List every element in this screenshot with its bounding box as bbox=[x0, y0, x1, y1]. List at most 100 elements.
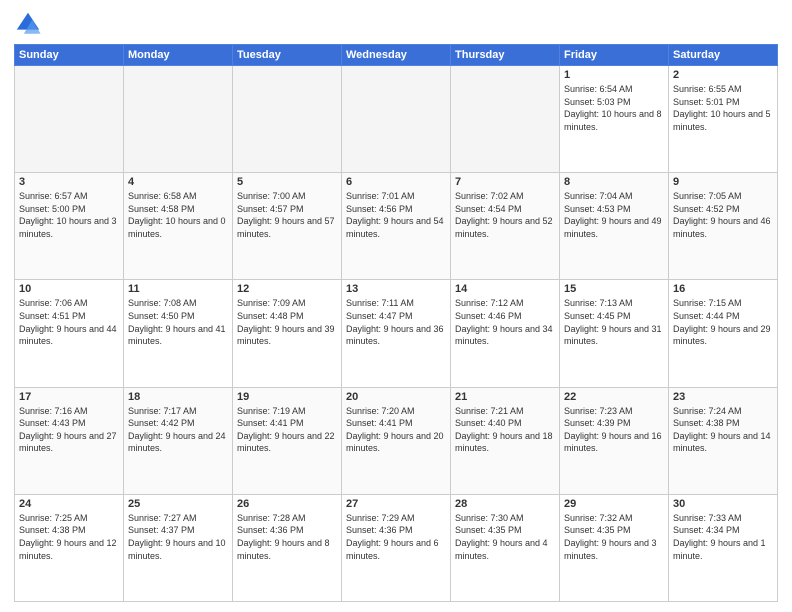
day-number: 10 bbox=[19, 283, 119, 295]
day-number: 29 bbox=[564, 498, 664, 510]
day-info: Sunrise: 7:13 AM Sunset: 4:45 PM Dayligh… bbox=[564, 297, 664, 347]
calendar-cell: 16 Sunrise: 7:15 AM Sunset: 4:44 PM Dayli… bbox=[669, 280, 778, 387]
calendar-cell: 4 Sunrise: 6:58 AM Sunset: 4:58 PM Daylig… bbox=[124, 173, 233, 280]
calendar-cell: 5 Sunrise: 7:00 AM Sunset: 4:57 PM Daylig… bbox=[233, 173, 342, 280]
calendar-cell: 12 Sunrise: 7:09 AM Sunset: 4:48 PM Dayli… bbox=[233, 280, 342, 387]
day-number: 15 bbox=[564, 283, 664, 295]
day-number: 28 bbox=[455, 498, 555, 510]
weekday-header: Sunday bbox=[15, 45, 124, 66]
day-info: Sunrise: 7:00 AM Sunset: 4:57 PM Dayligh… bbox=[237, 190, 337, 240]
day-number: 30 bbox=[673, 498, 773, 510]
day-info: Sunrise: 7:06 AM Sunset: 4:51 PM Dayligh… bbox=[19, 297, 119, 347]
day-info: Sunrise: 7:30 AM Sunset: 4:35 PM Dayligh… bbox=[455, 512, 555, 562]
day-number: 22 bbox=[564, 391, 664, 403]
calendar-cell: 17Sunrise: 7:16 AM Sunset: 4:43 PM Dayli… bbox=[15, 387, 124, 494]
calendar-cell: 21 Sunrise: 7:21 AM Sunset: 4:40 PM Dayli… bbox=[451, 387, 560, 494]
day-info: Sunrise: 7:15 AM Sunset: 4:44 PM Dayligh… bbox=[673, 297, 773, 347]
calendar-cell: 24 Sunrise: 7:25 AM Sunset: 4:38 PM Dayli… bbox=[15, 494, 124, 601]
day-info: Sunrise: 7:21 AM Sunset: 4:40 PM Dayligh… bbox=[455, 405, 555, 455]
day-info: Sunrise: 6:58 AM Sunset: 4:58 PM Dayligh… bbox=[128, 190, 228, 240]
calendar-cell: 3Sunrise: 6:57 AM Sunset: 5:00 PM Daylig… bbox=[15, 173, 124, 280]
day-info: Sunrise: 7:32 AM Sunset: 4:35 PM Dayligh… bbox=[564, 512, 664, 562]
day-info: Sunrise: 7:08 AM Sunset: 4:50 PM Dayligh… bbox=[128, 297, 228, 347]
calendar-cell: 25Sunrise: 7:27 AM Sunset: 4:37 PM Dayli… bbox=[124, 494, 233, 601]
day-number: 7 bbox=[455, 176, 555, 188]
day-number: 9 bbox=[673, 176, 773, 188]
day-info: Sunrise: 7:11 AM Sunset: 4:47 PM Dayligh… bbox=[346, 297, 446, 347]
logo-icon bbox=[14, 10, 42, 38]
calendar-cell: 15 Sunrise: 7:13 AM Sunset: 4:45 PM Dayli… bbox=[560, 280, 669, 387]
day-info: Sunrise: 7:09 AM Sunset: 4:48 PM Dayligh… bbox=[237, 297, 337, 347]
calendar-cell: 9 Sunrise: 7:05 AM Sunset: 4:52 PM Daylig… bbox=[669, 173, 778, 280]
day-info: Sunrise: 6:55 AM Sunset: 5:01 PM Dayligh… bbox=[673, 83, 773, 133]
day-number: 24 bbox=[19, 498, 119, 510]
page: SundayMondayTuesdayWednesdayThursdayFrid… bbox=[0, 0, 792, 612]
calendar-row: 24 Sunrise: 7:25 AM Sunset: 4:38 PM Dayli… bbox=[15, 494, 778, 601]
day-number: 21 bbox=[455, 391, 555, 403]
calendar-cell bbox=[342, 66, 451, 173]
weekday-header: Monday bbox=[124, 45, 233, 66]
day-info: Sunrise: 7:04 AM Sunset: 4:53 PM Dayligh… bbox=[564, 190, 664, 240]
calendar-row: 3Sunrise: 6:57 AM Sunset: 5:00 PM Daylig… bbox=[15, 173, 778, 280]
calendar-cell: 2 Sunrise: 6:55 AM Sunset: 5:01 PM Daylig… bbox=[669, 66, 778, 173]
day-number: 27 bbox=[346, 498, 446, 510]
weekday-header: Saturday bbox=[669, 45, 778, 66]
day-number: 26 bbox=[237, 498, 337, 510]
calendar-cell: 6Sunrise: 7:01 AM Sunset: 4:56 PM Daylig… bbox=[342, 173, 451, 280]
calendar-table: SundayMondayTuesdayWednesdayThursdayFrid… bbox=[14, 44, 778, 602]
day-info: Sunrise: 7:05 AM Sunset: 4:52 PM Dayligh… bbox=[673, 190, 773, 240]
day-number: 25 bbox=[128, 498, 228, 510]
day-info: Sunrise: 7:16 AM Sunset: 4:43 PM Dayligh… bbox=[19, 405, 119, 455]
calendar-cell: 30Sunrise: 7:33 AM Sunset: 4:34 PM Dayli… bbox=[669, 494, 778, 601]
day-number: 14 bbox=[455, 283, 555, 295]
day-info: Sunrise: 6:54 AM Sunset: 5:03 PM Dayligh… bbox=[564, 83, 664, 133]
day-info: Sunrise: 7:29 AM Sunset: 4:36 PM Dayligh… bbox=[346, 512, 446, 562]
calendar-cell: 23 Sunrise: 7:24 AM Sunset: 4:38 PM Dayli… bbox=[669, 387, 778, 494]
calendar-row: 17Sunrise: 7:16 AM Sunset: 4:43 PM Dayli… bbox=[15, 387, 778, 494]
calendar-cell: 7 Sunrise: 7:02 AM Sunset: 4:54 PM Daylig… bbox=[451, 173, 560, 280]
day-number: 5 bbox=[237, 176, 337, 188]
day-info: Sunrise: 7:24 AM Sunset: 4:38 PM Dayligh… bbox=[673, 405, 773, 455]
calendar-cell: 18Sunrise: 7:17 AM Sunset: 4:42 PM Dayli… bbox=[124, 387, 233, 494]
day-number: 20 bbox=[346, 391, 446, 403]
day-info: Sunrise: 7:19 AM Sunset: 4:41 PM Dayligh… bbox=[237, 405, 337, 455]
day-number: 6 bbox=[346, 176, 446, 188]
calendar-cell: 28 Sunrise: 7:30 AM Sunset: 4:35 PM Dayli… bbox=[451, 494, 560, 601]
calendar-cell: 14 Sunrise: 7:12 AM Sunset: 4:46 PM Dayli… bbox=[451, 280, 560, 387]
calendar-cell bbox=[15, 66, 124, 173]
day-number: 1 bbox=[564, 69, 664, 81]
weekday-header: Tuesday bbox=[233, 45, 342, 66]
day-info: Sunrise: 7:12 AM Sunset: 4:46 PM Dayligh… bbox=[455, 297, 555, 347]
calendar-cell: 1 Sunrise: 6:54 AM Sunset: 5:03 PM Daylig… bbox=[560, 66, 669, 173]
day-number: 23 bbox=[673, 391, 773, 403]
header bbox=[14, 10, 778, 38]
calendar-cell bbox=[451, 66, 560, 173]
calendar-row: 10 Sunrise: 7:06 AM Sunset: 4:51 PM Dayli… bbox=[15, 280, 778, 387]
logo bbox=[14, 10, 46, 38]
day-info: Sunrise: 7:20 AM Sunset: 4:41 PM Dayligh… bbox=[346, 405, 446, 455]
calendar-cell: 27 Sunrise: 7:29 AM Sunset: 4:36 PM Dayli… bbox=[342, 494, 451, 601]
calendar-row: 1 Sunrise: 6:54 AM Sunset: 5:03 PM Daylig… bbox=[15, 66, 778, 173]
day-info: Sunrise: 7:02 AM Sunset: 4:54 PM Dayligh… bbox=[455, 190, 555, 240]
day-number: 12 bbox=[237, 283, 337, 295]
day-info: Sunrise: 7:25 AM Sunset: 4:38 PM Dayligh… bbox=[19, 512, 119, 562]
day-number: 4 bbox=[128, 176, 228, 188]
calendar-cell: 20 Sunrise: 7:20 AM Sunset: 4:41 PM Dayli… bbox=[342, 387, 451, 494]
calendar-cell bbox=[124, 66, 233, 173]
weekday-header: Thursday bbox=[451, 45, 560, 66]
calendar-cell bbox=[233, 66, 342, 173]
calendar-body: 1 Sunrise: 6:54 AM Sunset: 5:03 PM Daylig… bbox=[15, 66, 778, 602]
day-info: Sunrise: 7:23 AM Sunset: 4:39 PM Dayligh… bbox=[564, 405, 664, 455]
day-number: 11 bbox=[128, 283, 228, 295]
calendar-cell: 19Sunrise: 7:19 AM Sunset: 4:41 PM Dayli… bbox=[233, 387, 342, 494]
calendar-cell: 11 Sunrise: 7:08 AM Sunset: 4:50 PM Dayli… bbox=[124, 280, 233, 387]
day-info: Sunrise: 7:28 AM Sunset: 4:36 PM Dayligh… bbox=[237, 512, 337, 562]
calendar-cell: 26 Sunrise: 7:28 AM Sunset: 4:36 PM Dayli… bbox=[233, 494, 342, 601]
day-info: Sunrise: 6:57 AM Sunset: 5:00 PM Dayligh… bbox=[19, 190, 119, 240]
calendar-cell: 8 Sunrise: 7:04 AM Sunset: 4:53 PM Daylig… bbox=[560, 173, 669, 280]
day-number: 8 bbox=[564, 176, 664, 188]
calendar-cell: 29 Sunrise: 7:32 AM Sunset: 4:35 PM Dayli… bbox=[560, 494, 669, 601]
day-number: 16 bbox=[673, 283, 773, 295]
day-number: 13 bbox=[346, 283, 446, 295]
day-number: 2 bbox=[673, 69, 773, 81]
